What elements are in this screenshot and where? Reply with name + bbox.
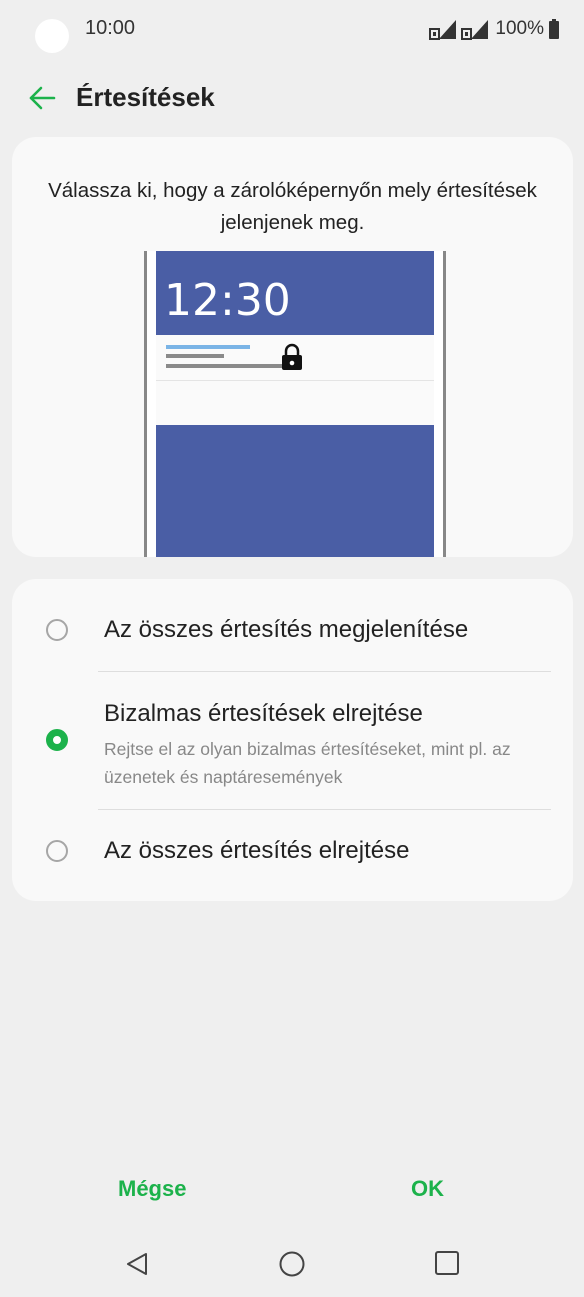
lockscreen-preview: 12:30	[144, 251, 446, 557]
option-label: Bizalmas értesítések elrejtése	[104, 700, 423, 727]
signal-sim1-icon	[429, 20, 457, 40]
square-recents-icon[interactable]	[434, 1250, 460, 1276]
option-subtitle: Rejtse el az olyan bizalmas értesítéseke…	[104, 739, 511, 787]
app-header: Értesítések	[0, 72, 584, 124]
option-hide-all[interactable]: Az összes értesítés elrejtése	[12, 810, 573, 901]
lockscreen-background: 12:30	[156, 251, 434, 557]
radio-button[interactable]	[46, 619, 68, 641]
option-show-all[interactable]: Az összes értesítés megjelenítése	[12, 579, 573, 671]
status-bar: 10:00 100%	[0, 0, 584, 60]
arrow-left-icon[interactable]	[28, 84, 56, 112]
triangle-back-icon[interactable]	[124, 1251, 150, 1277]
preview-description: Válassza ki, hogy a zárolóképernyőn mely…	[48, 179, 537, 234]
preview-card: Válassza ki, hogy a zárolóképernyőn mely…	[12, 137, 573, 557]
page-title: Értesítések	[76, 82, 215, 112]
radio-button[interactable]	[46, 840, 68, 862]
option-hide-sensitive[interactable]: Bizalmas értesítések elrejtése Rejtse el…	[12, 672, 573, 809]
battery-percent: 100%	[495, 18, 544, 39]
ok-button[interactable]: OK	[411, 1176, 444, 1202]
signal-sim2-icon	[461, 20, 489, 40]
status-icons: 100%	[429, 16, 560, 42]
options-card: Az összes értesítés megjelenítése Bizalm…	[12, 579, 573, 901]
notification-line-text	[166, 364, 284, 368]
cancel-button[interactable]: Mégse	[118, 1176, 186, 1202]
lock-icon	[282, 343, 302, 370]
camera-cutout	[35, 19, 69, 53]
radio-button-selected[interactable]	[46, 729, 68, 751]
option-label: Az összes értesítés elrejtése	[104, 837, 410, 864]
notification-divider	[156, 380, 434, 381]
circle-home-icon[interactable]	[278, 1250, 306, 1278]
battery-icon	[549, 19, 559, 39]
status-time: 10:00	[85, 17, 136, 39]
preview-notification	[156, 335, 434, 425]
notification-line-text	[166, 354, 224, 358]
notification-line-title	[166, 345, 250, 349]
navigation-bar	[0, 1236, 584, 1292]
option-label: Az összes értesítés megjelenítése	[104, 616, 469, 643]
preview-clock: 12:30	[164, 275, 291, 326]
